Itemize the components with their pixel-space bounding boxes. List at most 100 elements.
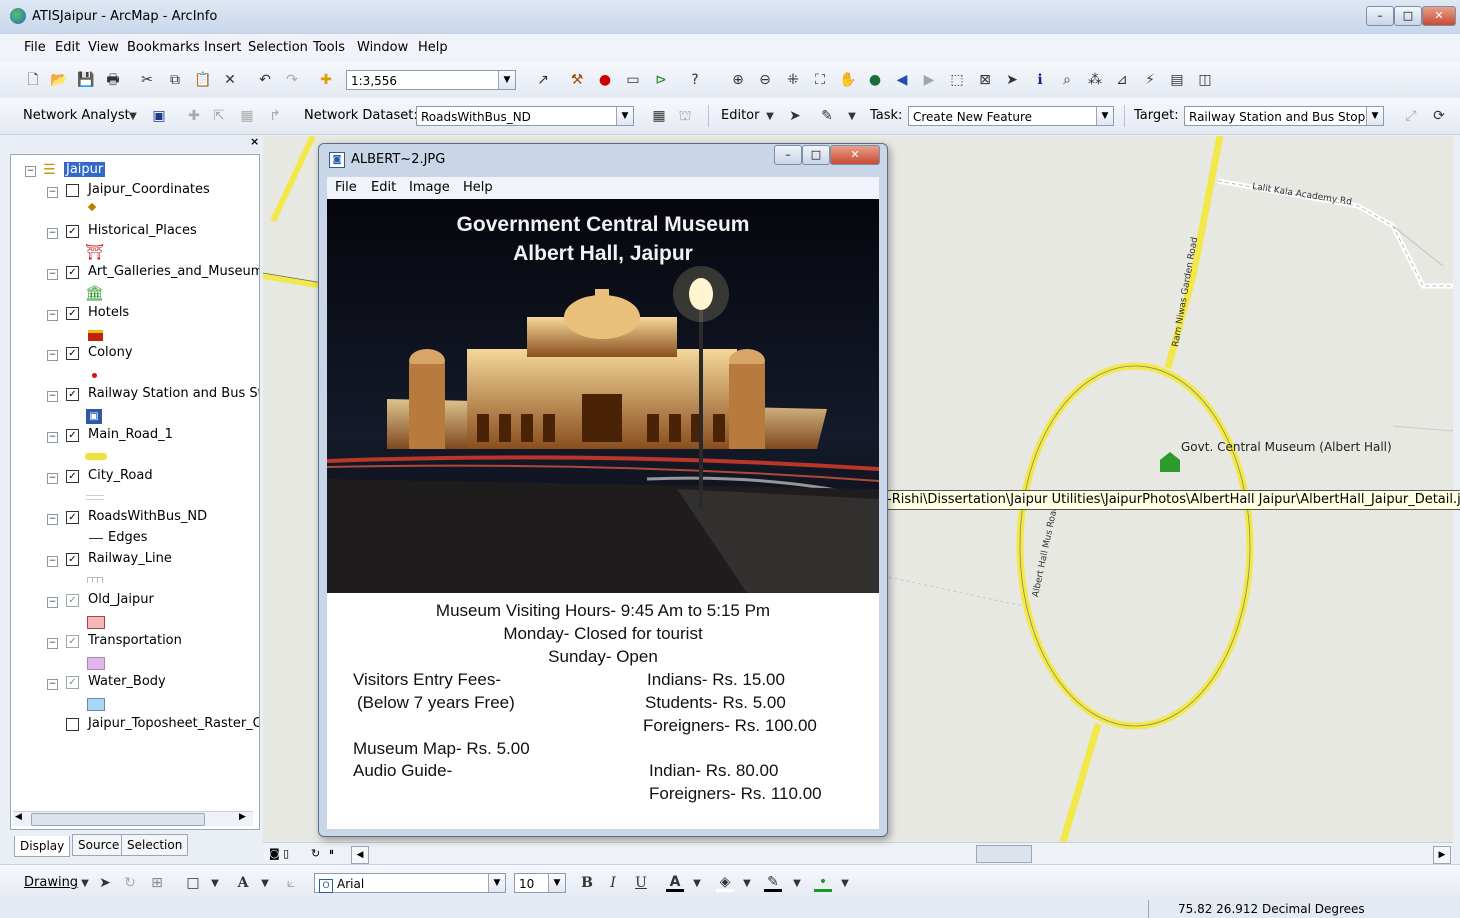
copy-icon[interactable]: ⧉	[166, 71, 184, 89]
layer-checkbox[interactable]: ✓	[66, 635, 79, 648]
menu-window[interactable]: Window	[357, 40, 408, 55]
create-network-location-icon[interactable]: ✚	[185, 107, 203, 125]
layer-label[interactable]: RoadsWithBus_ND	[88, 509, 207, 524]
image-viewer-window[interactable]: ◙ ALBERT~2.JPG – □ ✕ File Edit Image Hel…	[318, 143, 888, 837]
collapse-icon[interactable]: −	[47, 310, 58, 321]
pan-hand-icon[interactable]: ✋	[839, 71, 857, 89]
undo-icon[interactable]: ↶	[256, 71, 274, 89]
layer-row[interactable]: − ✓ RoadsWithBus_ND	[11, 509, 259, 527]
layer-label[interactable]: Historical_Places	[88, 223, 197, 238]
line-color-icon[interactable]: ✎	[764, 873, 782, 892]
layer-row[interactable]: − Jaipur_Coordinates	[11, 182, 259, 200]
toc-root-label[interactable]: Jaipur	[64, 162, 106, 177]
collapse-icon[interactable]: −	[25, 166, 36, 177]
layer-checkbox[interactable]: ✓	[66, 429, 79, 442]
task-combo[interactable]: Create New Feature ▼	[908, 106, 1114, 126]
network-identify-icon[interactable]: ▦	[650, 107, 668, 125]
layer-checkbox[interactable]: ✓	[66, 470, 79, 483]
layer-row[interactable]: − ✓ Water_Body	[11, 674, 259, 692]
layer-checkbox[interactable]: ✓	[66, 511, 79, 524]
layer-checkbox[interactable]: ✓	[66, 347, 79, 360]
chevron-down-icon[interactable]: ▼	[548, 874, 565, 892]
chevron-down-icon[interactable]: ▼	[1096, 107, 1113, 125]
layout-view-icon[interactable]: ◙	[269, 847, 280, 860]
select-elements-arrow-icon[interactable]: ➤	[1003, 71, 1021, 89]
scroll-right-icon[interactable]: ▶	[1433, 846, 1451, 864]
layer-checkbox[interactable]: ✓	[66, 307, 79, 320]
paste-icon[interactable]: 📋	[194, 71, 212, 89]
menu-selection[interactable]: Selection	[248, 40, 308, 55]
chevron-down-icon[interactable]: ▼	[488, 874, 505, 892]
rectangle-tool-icon[interactable]: □	[184, 874, 202, 892]
network-analyst-window-icon[interactable]: ▣	[150, 107, 168, 125]
editor-toolbar-icon[interactable]: ↗	[534, 71, 552, 89]
identify-icon[interactable]: ℹ	[1031, 71, 1049, 89]
layer-row[interactable]: − ✓ Transportation	[11, 633, 259, 651]
layer-label[interactable]: Water_Body	[88, 674, 166, 689]
pause-drawing-icon[interactable]: ⏸	[329, 847, 334, 858]
collapse-icon[interactable]: −	[47, 187, 58, 198]
collapse-icon[interactable]: −	[47, 514, 58, 525]
viewer-menu-help[interactable]: Help	[463, 180, 493, 195]
layer-label[interactable]: Transportation	[88, 633, 182, 648]
maximize-button[interactable]: □	[1394, 6, 1422, 26]
collapse-icon[interactable]: −	[47, 556, 58, 567]
find-binoculars-icon[interactable]: ⌕	[1058, 71, 1076, 89]
layer-label[interactable]: City_Road	[88, 468, 153, 483]
layer-label[interactable]: Hotels	[88, 305, 129, 320]
chevron-down-icon[interactable]: ▼	[836, 875, 854, 893]
clear-selection-icon[interactable]: ⊠	[976, 71, 994, 89]
viewer-close-button[interactable]: ✕	[830, 145, 880, 165]
map-horizontal-scroll-thumb[interactable]	[976, 845, 1032, 863]
layer-row[interactable]: − ✓ Art_Galleries_and_Museum	[11, 264, 259, 282]
menu-view[interactable]: View	[88, 40, 119, 55]
menu-edit[interactable]: Edit	[55, 40, 80, 55]
close-button[interactable]: ✕	[1422, 6, 1456, 26]
time-slider-icon[interactable]: ◫	[1196, 71, 1214, 89]
layer-label[interactable]: Railway Station and Bus Stc	[88, 386, 259, 401]
menu-insert[interactable]: Insert	[204, 40, 241, 55]
layer-checkbox[interactable]: ✓	[66, 676, 79, 689]
museum-marker-icon[interactable]	[1160, 452, 1180, 472]
rotate-icon[interactable]: ↻	[121, 874, 139, 892]
data-view-icon[interactable]: ▯	[283, 847, 289, 860]
scroll-left-icon[interactable]: ◀	[15, 812, 22, 822]
split-tool-icon[interactable]: ⤢	[1402, 107, 1420, 125]
toc-close-icon[interactable]: ×	[250, 135, 259, 148]
viewer-menu-file[interactable]: File	[335, 180, 357, 195]
font-color-icon[interactable]: A	[666, 873, 684, 892]
menu-bookmarks[interactable]: Bookmarks	[127, 40, 200, 55]
refresh-icon[interactable]: ↻	[311, 847, 320, 860]
layer-row[interactable]: − ✓ Railway_Line	[11, 551, 259, 569]
chevron-down-icon[interactable]: ▼	[738, 875, 756, 893]
select-network-location-icon[interactable]: ⇱	[210, 107, 228, 125]
layer-row[interactable]: − ✓ Main_Road_1	[11, 427, 259, 445]
collapse-icon[interactable]: −	[47, 432, 58, 443]
underline-button[interactable]: U	[632, 874, 650, 892]
collapse-icon[interactable]: −	[47, 473, 58, 484]
toc-horizontal-scrollbar[interactable]: ◀ ▶	[13, 811, 253, 826]
collapse-icon[interactable]: −	[47, 391, 58, 402]
save-icon[interactable]: 💾	[77, 71, 95, 89]
layer-label[interactable]: Old_Jaipur	[88, 592, 154, 607]
collapse-icon[interactable]: −	[47, 597, 58, 608]
arctoolbox-icon[interactable]: ⚒	[568, 71, 586, 89]
hyperlink-lightning-icon[interactable]: ⚡	[1141, 71, 1159, 89]
layer-row[interactable]: − ✓ City_Road	[11, 468, 259, 486]
whats-this-icon[interactable]: ?	[686, 71, 704, 89]
edit-vertices-icon[interactable]: ⟀	[282, 874, 300, 892]
layer-row[interactable]: − ✓ Historical_Places	[11, 223, 259, 241]
new-document-icon[interactable]: 🗋	[24, 71, 42, 89]
chevron-down-icon[interactable]: ▼	[761, 108, 779, 126]
chevron-down-icon[interactable]: ▼	[843, 108, 861, 126]
network-analyst-menu[interactable]: Network Analyst	[23, 108, 130, 123]
font-name-combo[interactable]: O Arial ▼	[314, 873, 506, 893]
collapse-icon[interactable]: −	[47, 350, 58, 361]
drawing-menu[interactable]: Drawing	[24, 875, 78, 890]
sketch-pencil-icon[interactable]: ✎	[818, 107, 836, 125]
print-icon[interactable]: 🖶	[104, 71, 122, 89]
html-popup-icon[interactable]: ▤	[1168, 71, 1186, 89]
chevron-down-icon[interactable]: ▼	[256, 875, 274, 893]
toolbox-icon[interactable]: ●	[596, 71, 614, 89]
layer-row[interactable]: − ✓ Railway Station and Bus Stc	[11, 386, 259, 404]
